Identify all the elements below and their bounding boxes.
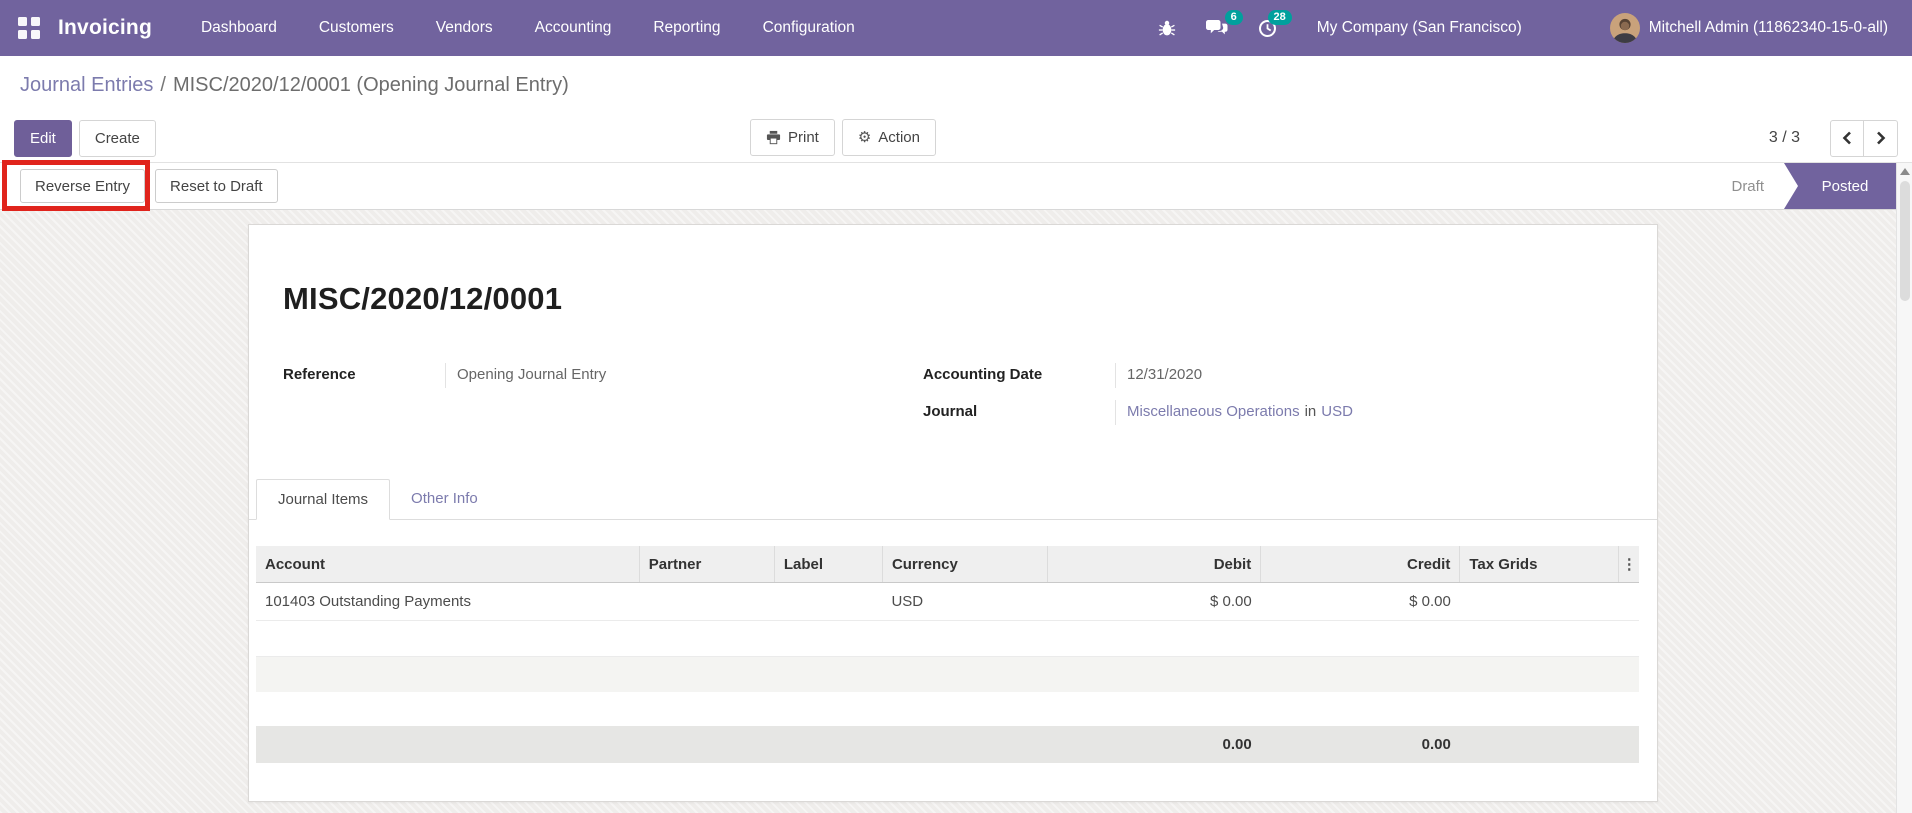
table-row[interactable]: 101403 Outstanding Payments USD $ 0.00 $… [256,582,1639,621]
create-button[interactable]: Create [78,119,156,157]
cell-account: 101403 Outstanding Payments [256,582,640,621]
cell-debit: $ 0.00 [1047,582,1261,621]
messages-badge: 6 [1224,10,1243,25]
chevron-right-icon [1876,131,1885,145]
spacer-row [256,692,1639,726]
chat-icon [1205,20,1228,35]
vertical-ellipsis-icon: ⋮ [1621,556,1637,573]
col-label[interactable]: Label [773,546,883,583]
journal-currency-link[interactable]: USD [1321,403,1353,420]
printer-icon [766,130,781,145]
navbar-left: Invoicing Dashboard Customers Vendors Ac… [0,0,876,56]
journal-value: Miscellaneous Operations in USD [1115,400,1623,425]
notebook: Journal Items Other Info Account Partner… [249,479,1657,763]
entry-title: MISC/2020/12/0001 [283,281,563,316]
table-header-row: Account Partner Label Currency Debit Cre… [256,546,1639,583]
empty-row [256,620,1639,657]
activities-badge: 28 [1267,9,1292,25]
cell-credit: $ 0.00 [1260,582,1460,621]
action-button[interactable]: ⚙ Action [841,119,936,156]
status-draft[interactable]: Draft [1731,178,1764,195]
col-debit[interactable]: Debit [1047,546,1261,583]
print-label: Print [788,129,819,146]
main-menu: Dashboard Customers Vendors Accounting R… [180,0,876,56]
cell-currency: USD [882,582,1048,621]
apps-grid-icon[interactable] [18,17,40,39]
activities-button[interactable]: 28 [1258,9,1292,38]
reference-label: Reference [283,366,356,383]
pager-previous-button[interactable] [1830,119,1864,157]
breadcrumb: Journal Entries / MISC/2020/12/0001 (Ope… [0,56,1912,114]
messages-button[interactable]: 6 [1205,10,1243,37]
company-menu[interactable]: My Company (San Francisco) [1317,19,1522,37]
nav-vendors[interactable]: Vendors [415,0,514,56]
gear-icon: ⚙ [857,129,872,146]
pager-next-button[interactable] [1864,119,1898,157]
nav-customers[interactable]: Customers [298,0,415,56]
center-actions: Print ⚙ Action [750,119,936,156]
reverse-entry-button[interactable]: Reverse Entry [20,169,146,203]
navbar-right: 6 28 My Company (San Francisco) Mitchell… [1128,9,1912,43]
status-widget: Draft Posted [1731,163,1912,209]
accounting-date-label: Accounting Date [923,366,1043,383]
col-currency[interactable]: Currency [881,546,1048,583]
status-posted[interactable]: Posted [1784,163,1896,209]
tab-other-info[interactable]: Other Info [390,479,499,519]
col-credit[interactable]: Credit [1260,546,1460,583]
top-navbar: Invoicing Dashboard Customers Vendors Ac… [0,0,1912,56]
form-sheet: MISC/2020/12/0001 Reference Opening Jour… [248,224,1658,802]
scrollbar-thumb[interactable] [1899,181,1910,301]
user-menu[interactable]: Mitchell Admin (11862340-15-0-all) [1609,13,1888,43]
nav-dashboard[interactable]: Dashboard [180,0,298,56]
breadcrumb-separator: / [160,73,166,96]
print-button[interactable]: Print [750,119,835,156]
total-credit: 0.00 [1260,725,1460,763]
col-partner[interactable]: Partner [638,546,775,583]
accounting-date-value: 12/31/2020 [1115,363,1623,388]
chevron-left-icon [1842,131,1851,145]
notebook-tabs: Journal Items Other Info [249,479,1657,520]
journal-connector: in [1304,403,1317,420]
col-tax-grids[interactable]: Tax Grids [1459,546,1619,583]
reference-value: Opening Journal Entry [445,363,923,388]
statusbar: Reverse Entry Reset to Draft Draft Poste… [0,160,1912,211]
journal-items-table: Account Partner Label Currency Debit Cre… [256,546,1639,763]
nav-configuration[interactable]: Configuration [742,0,876,56]
breadcrumb-journal-entries[interactable]: Journal Entries [20,74,153,97]
pager-count[interactable]: 3 / 3 [1769,129,1800,147]
journal-label: Journal [923,403,978,420]
total-debit: 0.00 [1047,725,1261,763]
reset-to-draft-button[interactable]: Reset to Draft [155,169,278,203]
tab-journal-items[interactable]: Journal Items [256,479,391,520]
col-account[interactable]: Account [256,546,640,583]
journal-link[interactable]: Miscellaneous Operations [1127,403,1300,420]
avatar [1609,13,1640,43]
cell-label [774,582,883,621]
user-name: Mitchell Admin (11862340-15-0-all) [1648,19,1888,36]
content-area: MISC/2020/12/0001 Reference Opening Jour… [0,210,1912,813]
debug-button[interactable] [1158,19,1176,37]
group-row [256,656,1639,692]
pager: 3 / 3 [1769,119,1898,157]
edit-button[interactable]: Edit [14,119,72,157]
cell-partner [639,582,775,621]
nav-reporting[interactable]: Reporting [632,0,741,56]
nav-accounting[interactable]: Accounting [514,0,633,56]
totals-row: 0.00 0.00 [256,725,1639,763]
vertical-scrollbar[interactable] [1896,163,1912,813]
field-groups: Reference Opening Journal Entry Accounti… [249,317,1657,437]
action-label: Action [878,129,920,146]
bug-icon [1158,20,1175,36]
toggle-columns-button[interactable]: ⋮ [1618,546,1639,583]
scroll-up-icon[interactable] [1899,168,1910,175]
breadcrumb-current: MISC/2020/12/0001 (Opening Journal Entry… [172,73,569,96]
cell-tax-grids [1459,582,1619,621]
app-name: Invoicing [58,16,152,39]
control-panel: Edit Create Print ⚙ Action 3 / 3 [0,114,1912,162]
